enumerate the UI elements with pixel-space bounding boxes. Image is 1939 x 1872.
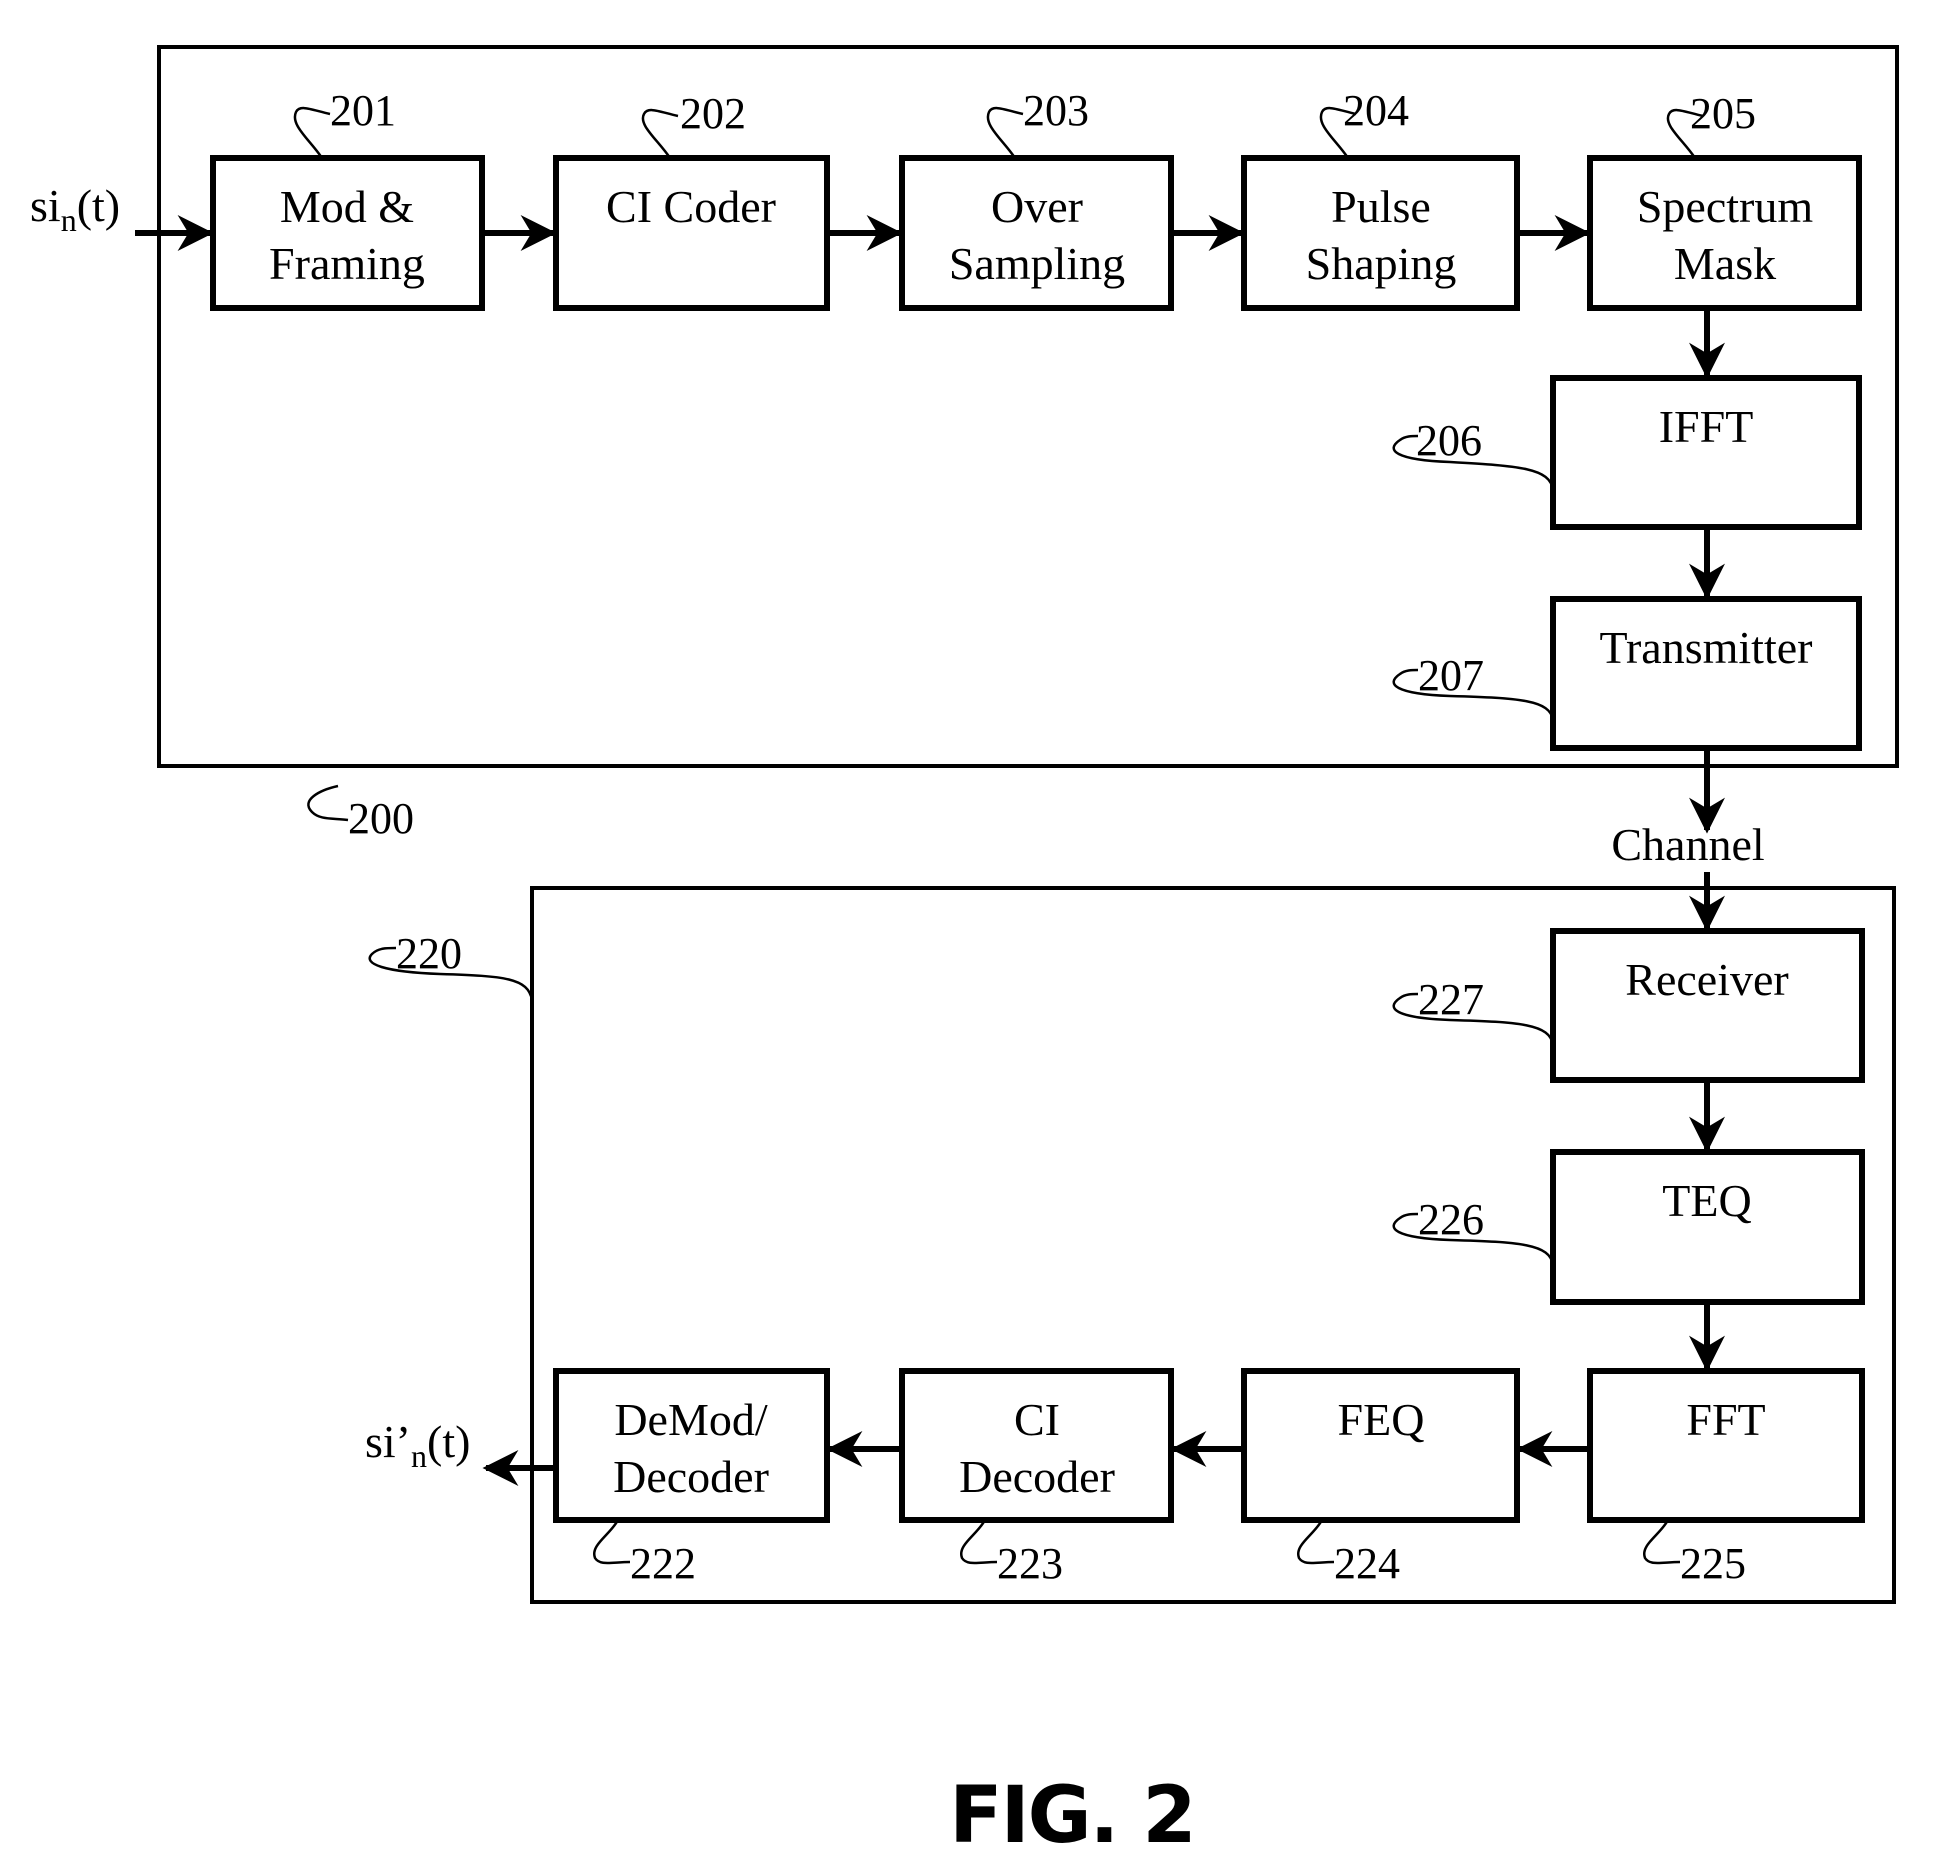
block-226-teq: TEQ 226 [1392,1149,1865,1305]
block-203-line-2: Sampling [949,238,1125,289]
ref-label-202: 202 [680,89,746,138]
block-205-line-1: Spectrum [1637,181,1814,232]
block-207-transmitter: Transmitter 207 [1392,596,1862,751]
channel-label: Channel [1611,819,1764,870]
ref-label-224: 224 [1334,1539,1400,1588]
ref-label-222: 222 [630,1539,696,1588]
block-207-line-1: Transmitter [1600,622,1813,673]
block-224-line-1: FEQ [1338,1394,1425,1445]
block-225-fft: FFT 225 [1587,1368,1865,1588]
figure-caption: FIG. 2 [949,1771,1194,1861]
block-227-receiver: Receiver 227 [1392,928,1865,1083]
ref-label-200: 200 [348,794,414,843]
block-222-demod-decoder: DeMod/ Decoder 222 [553,1368,830,1588]
block-201-line-1: Mod & [280,181,414,232]
ref-label-226: 226 [1418,1195,1484,1244]
ref-leader-200 [307,784,349,822]
block-202-ci-coder: CI Coder 202 [553,89,830,311]
block-226-line-1: TEQ [1662,1175,1751,1226]
block-204-pulse-shaping: Pulse Shaping 204 [1241,86,1520,311]
block-201-mod-framing: Mod & Framing 201 [210,86,485,311]
input-signal-tail: (t) [77,180,120,231]
output-signal-base: si’ [365,1416,411,1467]
block-223-line-2: Decoder [959,1451,1115,1502]
block-224-feq: FEQ 224 [1241,1368,1520,1588]
ref-leader-203 [986,106,1024,159]
block-204-line-1: Pulse [1331,181,1431,232]
block-222-line-1: DeMod/ [614,1394,768,1445]
output-signal-tail: (t) [427,1416,470,1467]
output-signal-subscript: n [411,1438,427,1474]
ref-label-203: 203 [1023,86,1089,135]
ref-label-205: 205 [1690,89,1756,138]
block-diagram: 200 sin(t) Mod & Framing 201 CI Coder 20… [30,45,1899,1861]
ref-label-220: 220 [396,929,462,978]
ref-leader-202 [641,108,679,159]
block-204-line-2: Shaping [1306,238,1457,289]
block-201-line-2: Framing [269,238,425,289]
input-signal-label: sin(t) [30,180,120,238]
input-signal-base: si [30,180,61,231]
ref-leader-224 [1296,1519,1335,1565]
ref-leader-225 [1642,1519,1681,1565]
ref-leader-201 [293,106,331,159]
ref-label-225: 225 [1680,1539,1746,1588]
block-203-line-1: Over [991,181,1083,232]
block-206-ifft: IFFT 206 [1392,375,1862,530]
block-205-spectrum-mask: Spectrum Mask 205 [1587,89,1862,311]
ref-label-201: 201 [330,86,396,135]
block-206-line-1: IFFT [1659,401,1754,452]
ref-label-204: 204 [1343,86,1409,135]
block-227-line-1: Receiver [1625,954,1788,1005]
block-225-line-1: FFT [1686,1394,1765,1445]
block-222-line-2: Decoder [613,1451,769,1502]
output-signal-label: si’n(t) [365,1416,470,1474]
ref-label-223: 223 [997,1539,1063,1588]
input-signal-subscript: n [61,202,77,238]
ref-leader-222 [592,1519,631,1565]
ref-label-207: 207 [1418,651,1484,700]
block-223-line-1: CI [1014,1394,1060,1445]
block-202-line-1: CI Coder [606,181,776,232]
ref-label-227: 227 [1418,975,1484,1024]
block-205-line-2: Mask [1674,238,1776,289]
ref-leader-223 [959,1519,998,1565]
block-203-over-sampling: Over Sampling 203 [899,86,1174,311]
block-223-ci-decoder: CI Decoder 223 [899,1368,1174,1588]
ref-label-206: 206 [1416,416,1482,465]
